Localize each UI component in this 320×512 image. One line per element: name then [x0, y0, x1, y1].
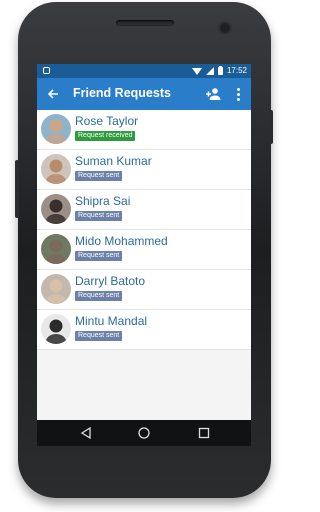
nav-home-icon[interactable] — [137, 426, 151, 440]
status-badge: Request sent — [75, 291, 123, 301]
status-indicators: 17:52 — [191, 65, 247, 77]
arrow-back-icon[interactable] — [43, 84, 63, 104]
nav-back-icon[interactable] — [79, 426, 93, 440]
overflow-menu-icon[interactable] — [233, 86, 243, 102]
request-name: Darryl Batoto — [75, 274, 146, 288]
avatar[interactable] — [41, 234, 71, 264]
status-badge: Request received — [75, 131, 136, 141]
page-title: Friend Requests — [73, 86, 171, 100]
request-row[interactable]: Shipra Sai Request sent — [37, 190, 251, 230]
avatar[interactable] — [41, 274, 71, 304]
signal-icon — [205, 67, 214, 75]
system-nav-bar — [37, 420, 251, 446]
app-bar: Friend Requests — [37, 78, 251, 110]
avatar[interactable] — [41, 114, 71, 144]
avatar[interactable] — [41, 154, 71, 184]
request-name: Suman Kumar — [75, 154, 152, 168]
battery-icon — [217, 66, 223, 75]
status-badge: Request sent — [75, 211, 123, 221]
front-camera — [218, 21, 232, 35]
status-time: 17:52 — [226, 66, 247, 75]
request-row[interactable]: Rose Taylor Request received — [37, 110, 251, 150]
status-badge: Request sent — [75, 251, 123, 261]
add-person-icon[interactable] — [205, 86, 221, 102]
avatar[interactable] — [41, 194, 71, 224]
status-badge: Request sent — [75, 331, 123, 341]
volume-key — [15, 160, 19, 218]
wifi-icon — [191, 68, 202, 75]
status-bar: 17:52 — [37, 64, 251, 78]
power-key — [269, 110, 273, 144]
friend-request-list: Rose Taylor Request received Suman Kumar Re… — [37, 110, 251, 350]
request-name: Mintu Mandal — [75, 314, 148, 328]
request-name: Mido Mohammed — [75, 234, 168, 248]
earpiece — [116, 20, 174, 26]
notification-icon — [43, 67, 50, 74]
avatar[interactable] — [41, 314, 71, 344]
request-row[interactable]: Mido Mohammed Request sent — [37, 230, 251, 270]
request-name: Shipra Sai — [75, 194, 131, 208]
screen: 17:52 Friend Requests Rose Taylor Request… — [37, 64, 251, 420]
status-badge: Request sent — [75, 171, 123, 181]
request-row[interactable]: Mintu Mandal Request sent — [37, 310, 251, 350]
request-row[interactable]: Darryl Batoto Request sent — [37, 270, 251, 310]
request-name: Rose Taylor — [75, 114, 139, 128]
request-row[interactable]: Suman Kumar Request sent — [37, 150, 251, 190]
nav-recents-icon[interactable] — [197, 426, 211, 440]
